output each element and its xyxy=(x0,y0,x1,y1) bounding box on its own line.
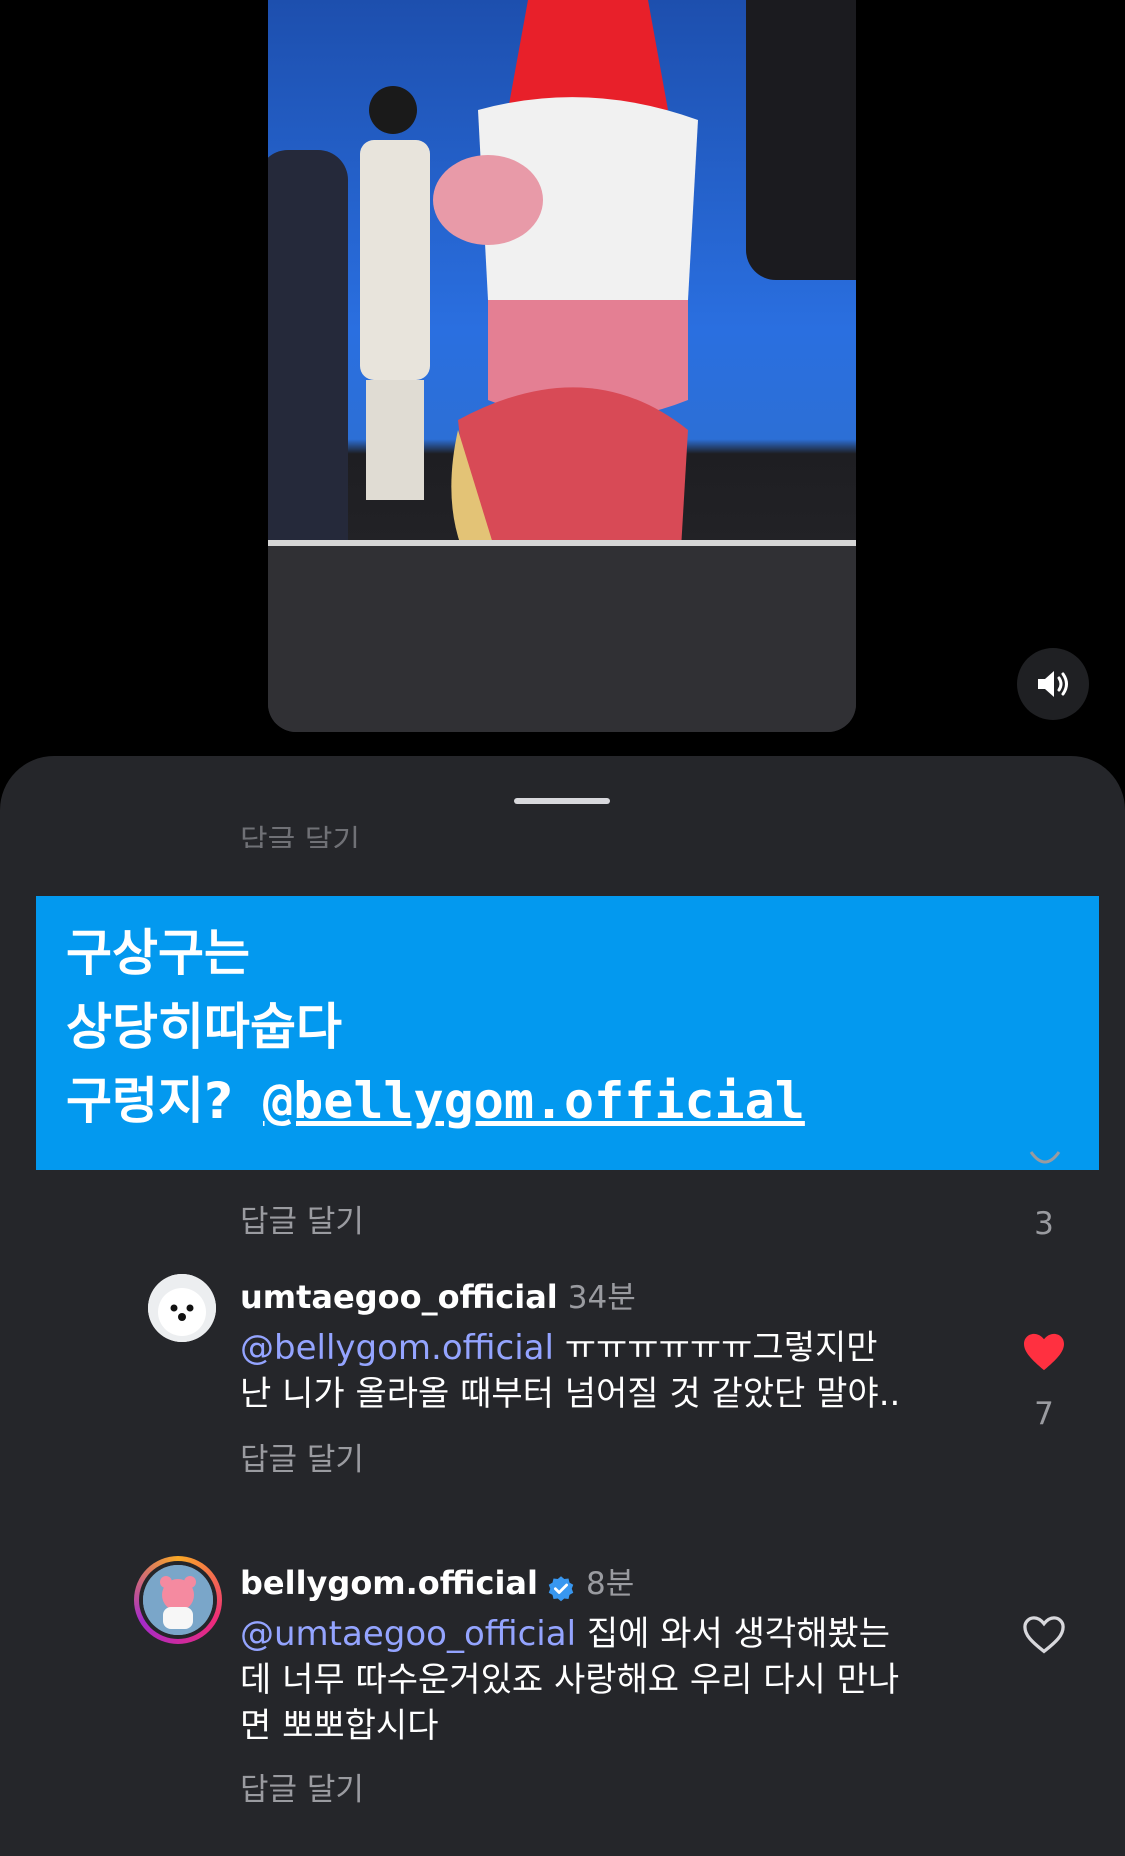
speaker-icon xyxy=(1038,671,1068,697)
comment-time: 8분 xyxy=(585,1566,635,1602)
comment-text-line-3: 면 뽀뽀합시다 xyxy=(240,1706,439,1746)
like-count: 3 xyxy=(1034,1206,1054,1242)
reply-link[interactable]: 답글 달기 xyxy=(240,1764,364,1809)
video-mascot-costume xyxy=(433,0,698,610)
faded-reply-link[interactable]: 답글 달기 xyxy=(240,818,360,848)
comment-username[interactable]: bellygom.official xyxy=(240,1564,538,1602)
comment-mention[interactable]: @bellygom.official xyxy=(240,1328,554,1368)
overlay-line-3-prefix: 구렁지? xyxy=(66,1072,234,1130)
comment-username[interactable]: umtaegoo_official xyxy=(240,1278,558,1316)
dog-avatar-icon xyxy=(148,1274,216,1342)
video-figure-right xyxy=(746,0,856,280)
overlay-line-2: 상당히따숩다 xyxy=(66,998,342,1056)
comment-header: bellygom.official 8분 xyxy=(240,1558,634,1605)
sound-toggle-button[interactable] xyxy=(1017,648,1089,720)
comment-header: umtaegoo_official 34분 xyxy=(240,1272,636,1317)
comment-text-line-1: ㅠㅠㅠㅠㅠㅠ그렇지만 xyxy=(553,1328,878,1368)
comment-body: @umtaegoo_official 집에 와서 생각해봤는 데 너무 따수운거… xyxy=(240,1611,1000,1749)
reply-link[interactable]: 답글 달기 xyxy=(240,1196,364,1241)
heart-outline-icon[interactable] xyxy=(1028,1150,1062,1170)
verified-badge-icon xyxy=(548,1575,574,1601)
avatar-inner xyxy=(139,1561,217,1639)
bear-avatar-icon xyxy=(143,1565,213,1635)
video-player[interactable] xyxy=(268,0,856,732)
heart-filled-icon[interactable] xyxy=(1022,1332,1066,1372)
overlay-mention[interactable]: @bellygom.official xyxy=(263,1072,805,1130)
overlay-line-3: 구렁지? @bellygom.official xyxy=(66,1064,1069,1138)
comment-body: @bellygom.official ㅠㅠㅠㅠㅠㅠ그렇지만 난 니가 올라올 때… xyxy=(240,1325,1000,1417)
like-count: 7 xyxy=(1034,1396,1054,1432)
comment-text-line-2: 데 너무 따수운거있죠 사랑해요 우리 다시 만나 xyxy=(240,1660,900,1700)
video-stage-floor xyxy=(268,540,856,732)
video-stage-edge xyxy=(268,540,856,546)
overlay-line-1: 구상구는 xyxy=(66,924,250,982)
comment-text-line-2: 난 니가 올라올 때부터 넘어질 것 같았단 말야.. xyxy=(240,1374,901,1414)
comment-text-line-1: 집에 와서 생각해봤는 xyxy=(576,1614,890,1654)
heart-outline-icon[interactable] xyxy=(1022,1615,1066,1655)
reply-link[interactable]: 답글 달기 xyxy=(240,1434,364,1479)
avatar-bellygom[interactable] xyxy=(134,1556,222,1644)
video-figure-left xyxy=(268,150,348,550)
story-text-overlay: 구상구는 상당히따숩다 구렁지? @bellygom.official xyxy=(36,896,1099,1170)
avatar-umtaegoo[interactable] xyxy=(148,1274,216,1342)
sheet-drag-handle[interactable] xyxy=(514,798,610,804)
comment-mention[interactable]: @umtaegoo_official xyxy=(240,1614,576,1654)
comment-time: 34분 xyxy=(567,1280,636,1316)
